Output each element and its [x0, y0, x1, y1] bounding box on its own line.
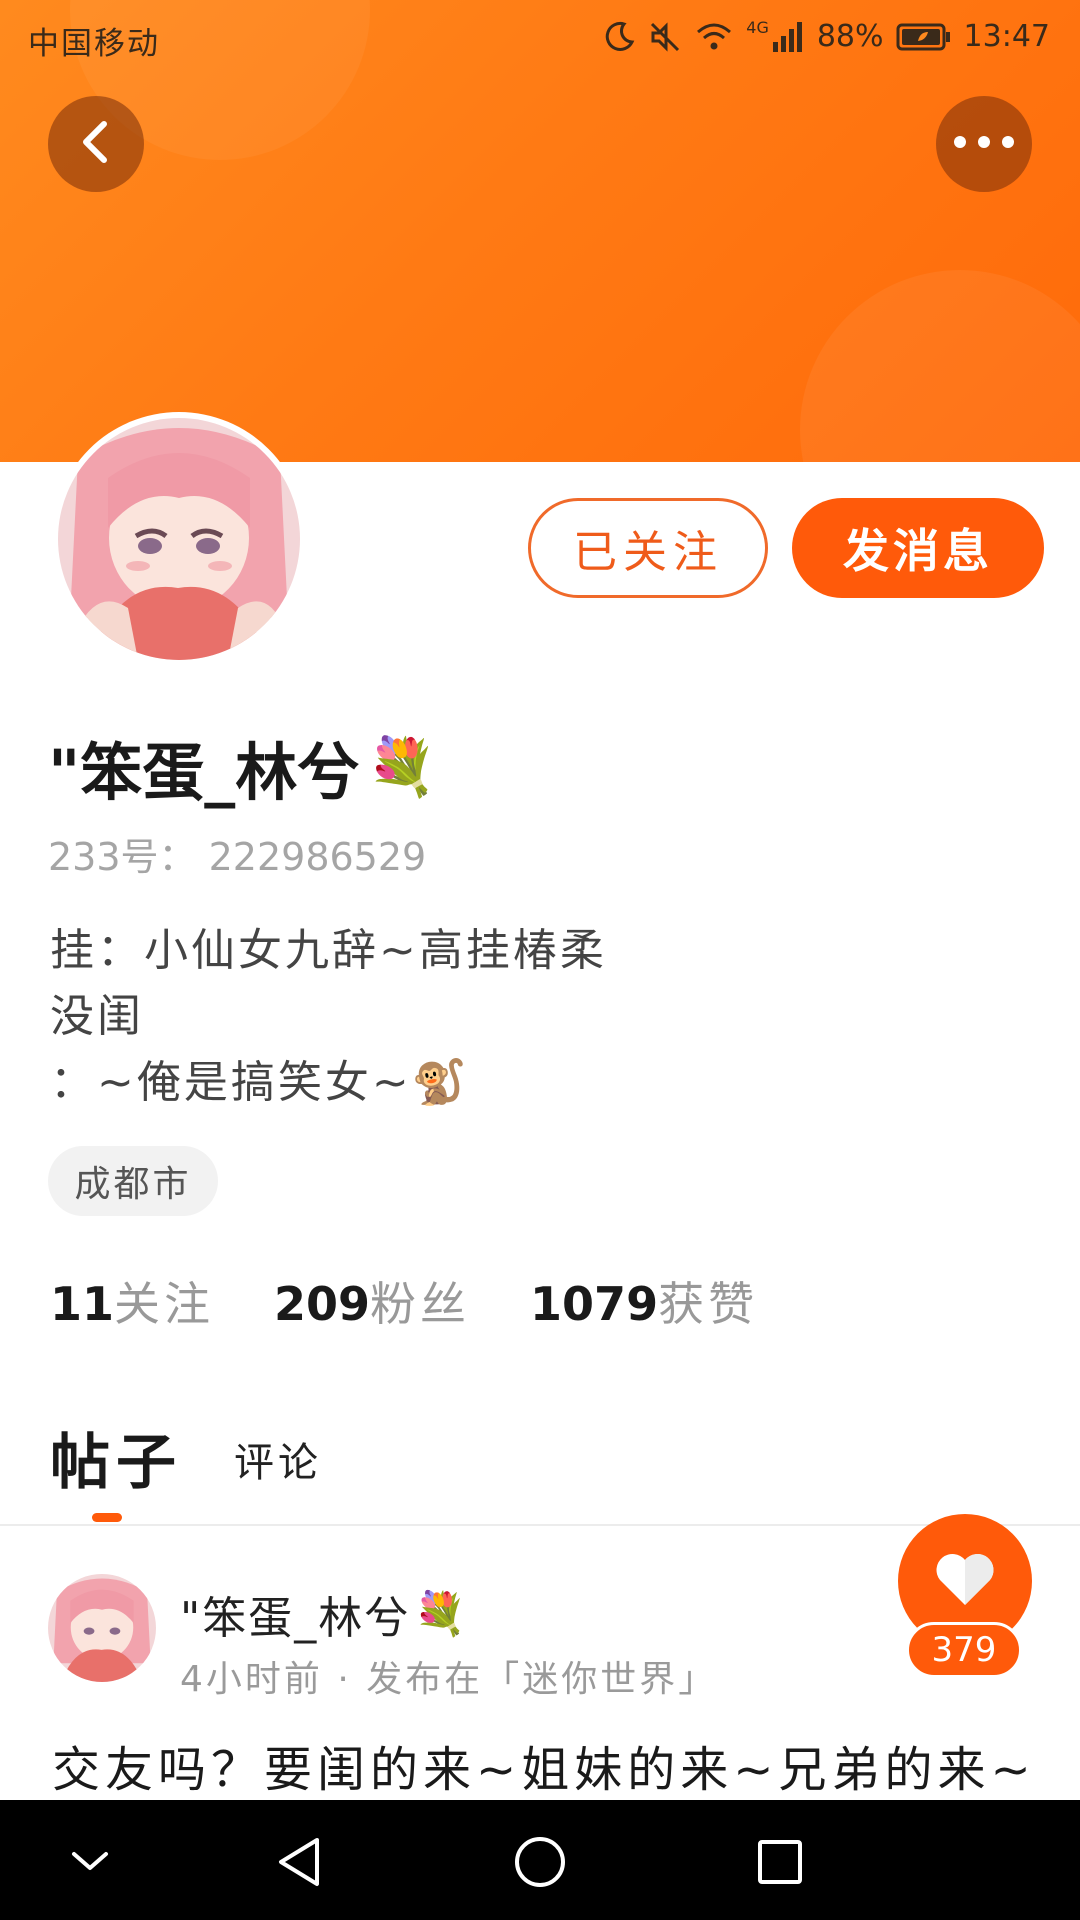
bio-text: 挂：小仙女九辞~高挂椿柔 — [50, 925, 607, 976]
post-author-name[interactable]: "笨蛋_林兮 💐 — [180, 1582, 469, 1646]
uid-label: 233号： — [48, 835, 197, 879]
stat-following[interactable]: 11 关注 — [50, 1268, 214, 1334]
stat-value: 11 — [50, 1277, 115, 1331]
mute-icon — [648, 20, 682, 54]
battery-percent: 88% — [816, 19, 884, 54]
profile-bio: 挂：小仙女九辞~高挂椿柔 没闺 ：~俺是搞笑女~ 🐒 — [50, 918, 607, 1116]
like-count: 379 — [906, 1622, 1022, 1678]
tab-comments[interactable]: 评论 — [234, 1430, 322, 1488]
tab-posts[interactable]: 帖子 — [50, 1414, 182, 1501]
network-type: 4G — [746, 18, 769, 37]
stat-value: 209 — [274, 1277, 371, 1331]
stat-label: 粉丝 — [370, 1277, 471, 1331]
system-nav-bar — [0, 1800, 1080, 1920]
stat-value: 1079 — [530, 1277, 659, 1331]
profile-banner: 中国移动 4G 88% 13:47 — [0, 0, 1080, 462]
bio-line: 没闺 — [50, 984, 607, 1050]
chevron-left-icon — [76, 118, 116, 170]
stat-fans[interactable]: 209 粉丝 — [274, 1268, 470, 1334]
uid-value: 222986529 — [208, 835, 427, 879]
bio-line: ：~俺是搞笑女~ 🐒 — [50, 1050, 607, 1116]
stat-label: 获赞 — [658, 1277, 759, 1331]
avatar-image — [58, 418, 300, 660]
clock: 13:47 — [963, 19, 1050, 54]
collapse-icon[interactable] — [60, 1832, 120, 1892]
active-tab-indicator — [92, 1513, 122, 1522]
bouquet-emoji-icon: 💐 — [414, 1589, 469, 1638]
location-tag[interactable]: 成都市 — [48, 1146, 218, 1216]
banner-decoration — [800, 270, 1080, 462]
moon-icon — [602, 20, 636, 54]
profile-avatar[interactable] — [52, 412, 306, 666]
status-bar: 中国移动 4G 88% 13:47 — [0, 0, 1080, 74]
more-dots-icon — [952, 134, 1016, 154]
post-author-text: "笨蛋_林兮 — [180, 1593, 411, 1644]
post-body[interactable]: 交友吗？要闺的来~姐妹的来~兄弟的来~ — [52, 1730, 1052, 1800]
nickname-text: "笨蛋_林兮 — [48, 736, 360, 809]
bio-text: 没闺 — [50, 991, 144, 1042]
bouquet-emoji-icon: 💐 — [367, 735, 438, 800]
bio-line: 挂：小仙女九辞~高挂椿柔 — [50, 918, 607, 984]
signal-icon — [771, 20, 805, 54]
home-circle-icon[interactable] — [510, 1832, 570, 1892]
wifi-icon — [694, 20, 734, 54]
profile-stats: 11 关注 209 粉丝 1079 获赞 — [50, 1268, 818, 1334]
post-meta: 4小时前 · 发布在「迷你世界」 — [180, 1659, 718, 1700]
stat-likes[interactable]: 1079 获赞 — [530, 1268, 758, 1334]
status-icons: 4G 88% 13:47 — [602, 18, 1050, 55]
battery-icon — [896, 22, 952, 52]
user-id-line: 233号： 222986529 — [48, 826, 426, 881]
stat-label: 关注 — [114, 1277, 215, 1331]
recents-square-icon[interactable] — [750, 1832, 810, 1892]
tab-divider — [0, 1524, 1080, 1526]
followed-button[interactable]: 已关注 — [528, 498, 768, 598]
heart-icon — [934, 1551, 996, 1611]
back-button[interactable] — [48, 96, 144, 192]
carrier-name: 中国移动 — [28, 26, 160, 62]
back-triangle-icon[interactable] — [270, 1832, 330, 1892]
monkey-emoji-icon: 🐒 — [411, 1057, 470, 1108]
profile-nickname: "笨蛋_林兮 💐 — [48, 722, 437, 812]
more-button[interactable] — [936, 96, 1032, 192]
bio-text: ：~俺是搞笑女~ — [50, 1057, 412, 1108]
send-message-button[interactable]: 发消息 — [792, 498, 1044, 598]
post-author-avatar[interactable] — [48, 1574, 156, 1682]
